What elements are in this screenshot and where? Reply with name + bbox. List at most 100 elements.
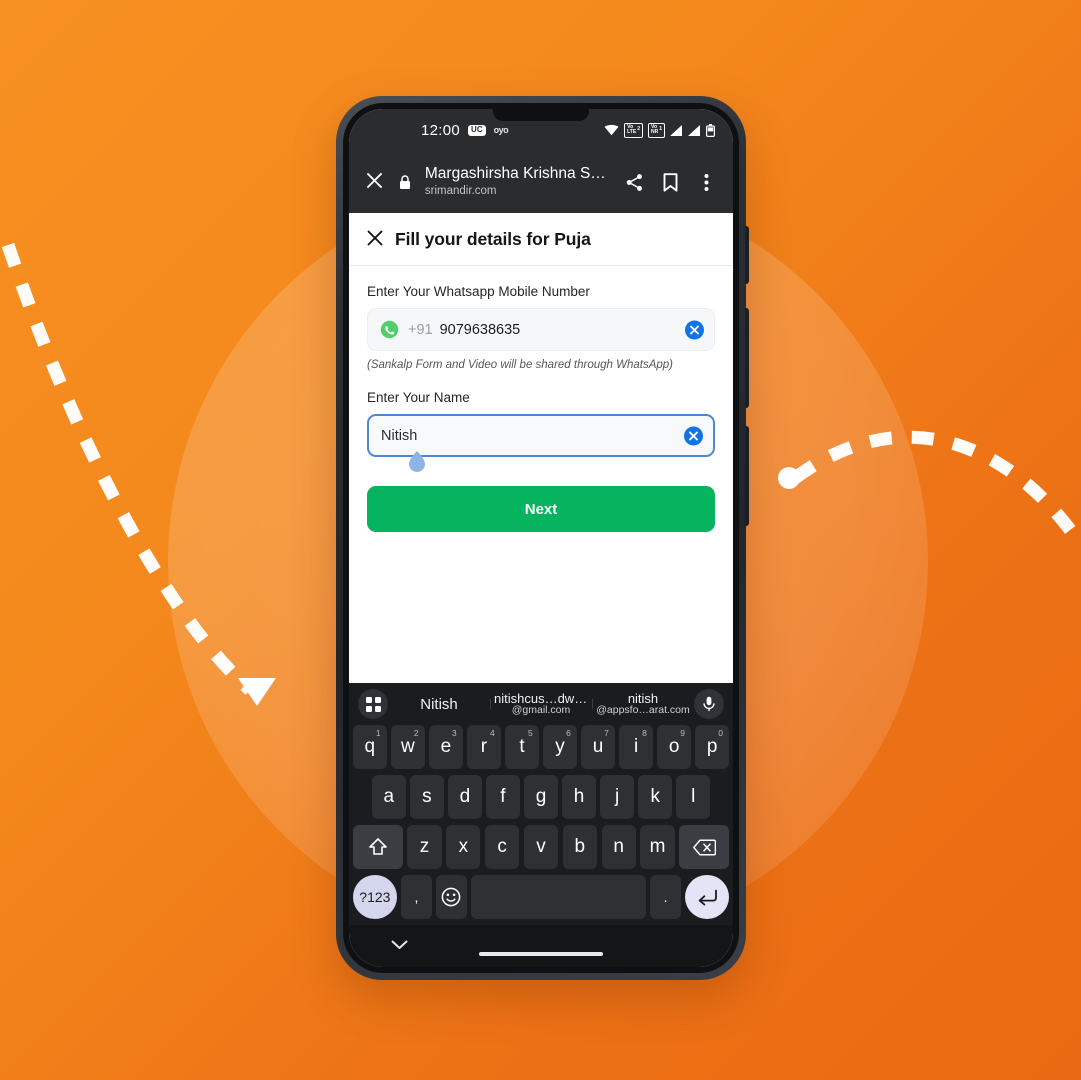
key-q[interactable]: 1q [353,725,387,769]
home-indicator[interactable] [479,952,603,956]
key-n[interactable]: n [601,825,636,869]
sheet-header: Fill your details for Puja [349,213,733,266]
browser-close-button[interactable] [363,172,387,193]
vonr-icon: Vo NR 1 [647,122,665,138]
key-period[interactable]: . [650,875,681,919]
key-a[interactable]: a [371,775,406,819]
key-comma[interactable]: , [401,875,432,919]
site-security-lock[interactable] [397,174,413,190]
key-j[interactable]: j [600,775,634,819]
key-x[interactable]: x [446,825,481,869]
grid-menu-icon [365,696,381,712]
key-superscript: 3 [451,728,457,738]
key-label: y [555,736,565,757]
name-field-label: Enter Your Name [367,390,470,405]
key-z[interactable]: z [407,825,442,869]
scene: 12:00 UC oyo Vo LTE 2 Vo NR 1 Margashirs… [0,0,1081,1080]
key-backspace[interactable] [679,825,729,869]
key-label: o [668,736,680,757]
key-space[interactable] [471,875,646,919]
key-label: i [634,736,639,757]
key-r[interactable]: 4r [467,725,501,769]
key-y[interactable]: 6y [543,725,577,769]
key-k[interactable]: k [638,775,672,819]
key-superscript: 6 [566,728,571,738]
phone-input-row[interactable]: +91 9079638635 [367,308,715,351]
sheet-close-button[interactable] [367,230,383,250]
name-clear-button[interactable] [684,426,703,445]
bookmark-button[interactable] [657,172,683,192]
phone-clear-button[interactable] [685,320,704,339]
key-g[interactable]: g [524,775,558,819]
key-s[interactable]: s [410,775,444,819]
phone-side-button-volume-down[interactable] [745,426,749,526]
keyboard-toolbar-button[interactable] [358,689,388,719]
signal-icon [670,124,682,136]
key-label: r [480,736,488,757]
text-cursor-handle[interactable] [407,451,425,475]
country-code: +91 [408,321,433,338]
key-v[interactable]: v [523,825,559,869]
key-superscript: 9 [680,728,685,738]
key-u[interactable]: 7u [581,725,615,769]
suggestion-item-1[interactable]: nitishcus…dworld @gmail.com [490,692,592,717]
suggestion-subtext: @gmail.com [511,705,571,717]
name-input-row[interactable]: Nitish [367,414,715,472]
key-m[interactable]: m [640,825,675,869]
phone-side-button-power[interactable] [745,226,749,284]
key-superscript: 7 [604,728,609,738]
close-icon [367,172,383,188]
suggestion-subtext: @appsfo…arat.com [596,705,690,717]
key-enter[interactable] [685,875,729,919]
share-button[interactable] [621,173,647,192]
key-label: p [706,736,718,757]
oyo-logo-icon: oyo [493,125,509,135]
browser-menu-button[interactable] [693,173,719,192]
emoji-icon [441,887,461,907]
key-l[interactable]: l [676,775,711,819]
key-h[interactable]: h [562,775,596,819]
voice-input-button[interactable] [694,689,724,719]
key-label: t [519,736,525,757]
hide-keyboard-button[interactable] [391,937,408,955]
key-o[interactable]: 9o [657,725,691,769]
keyboard-suggestion-bar: Nitish nitishcus…dworld @gmail.com nitis… [349,683,733,725]
status-bar-left: 12:00 UC oyo [421,122,509,139]
system-navigation-bar [349,925,733,967]
key-shift[interactable] [353,825,403,869]
key-p[interactable]: 0p [695,725,729,769]
key-t[interactable]: 5t [505,725,539,769]
share-icon [626,173,642,191]
keyboard-row-4: ?123 , . [349,875,733,919]
signal-icon [688,124,700,136]
key-c[interactable]: c [484,825,520,869]
whatsapp-hint-text: (Sankalp Form and Video will be shared t… [367,359,673,371]
key-d[interactable]: d [448,775,482,819]
next-button[interactable]: Next [367,486,715,532]
key-f[interactable]: f [486,775,520,819]
suggestion-item-0[interactable]: Nitish [388,696,490,713]
volte-label-bottom: LTE [627,129,637,135]
keyboard-row-1: 1q 2w 3e 4r 5t 6y 7u 8i 9o 0p [349,725,733,769]
key-w[interactable]: 2w [391,725,425,769]
key-e[interactable]: 3e [429,725,463,769]
phone-side-button-volume-up[interactable] [745,308,749,408]
key-symbols[interactable]: ?123 [353,875,397,919]
uc-browser-badge-icon: UC [468,124,486,136]
key-superscript: 8 [642,728,647,738]
suggestion-text: Nitish [420,695,458,713]
key-i[interactable]: 8i [619,725,653,769]
key-label: e [440,736,452,757]
key-b[interactable]: b [562,825,598,869]
bookmark-icon [663,172,678,192]
phone-number-value: 9079638635 [439,321,521,338]
key-label: q [364,736,376,757]
vonr-sim-number: 1 [659,126,662,133]
address-bar[interactable]: Margashirsha Krishna Sh... srimandir.com [423,165,611,199]
page-host: srimandir.com [424,184,497,197]
phone-field-label: Enter Your Whatsapp Mobile Number [367,284,590,299]
suggestion-item-2[interactable]: nitish @appsfo…arat.com [592,692,694,717]
name-value: Nitish [381,427,418,444]
key-emoji[interactable] [436,875,467,919]
phone-notch [493,109,589,121]
